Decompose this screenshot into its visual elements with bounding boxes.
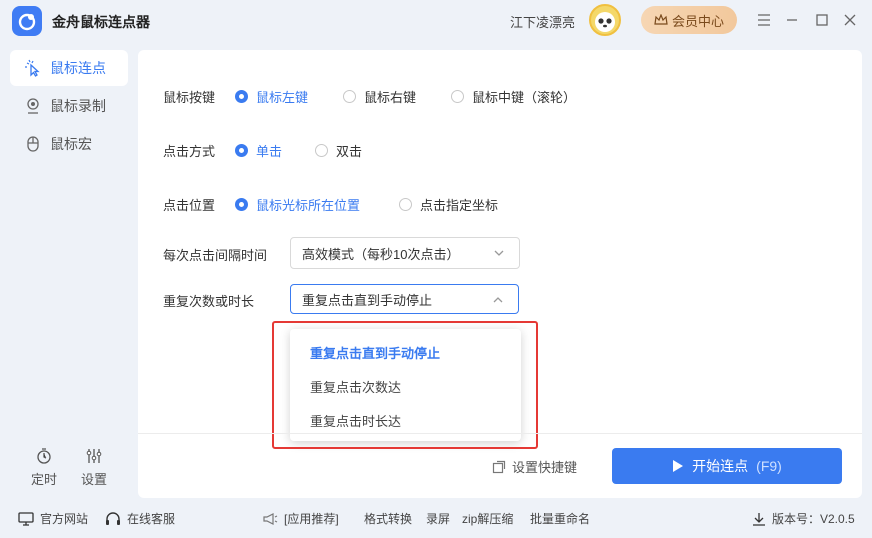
megaphone-icon	[263, 512, 278, 525]
promo-link[interactable]: 格式转换	[364, 510, 412, 527]
app-recommend: [应用推荐]	[262, 510, 339, 527]
support-label: 在线客服	[127, 512, 176, 526]
divider	[138, 433, 862, 434]
monitor-icon	[18, 511, 34, 526]
download-icon	[753, 512, 765, 526]
cursor-click-icon	[25, 59, 40, 77]
radio-dot	[399, 198, 412, 211]
close-icon[interactable]	[840, 10, 860, 30]
chevron-up-icon	[493, 297, 503, 303]
radio-label: 单击	[256, 144, 283, 159]
radio-label: 鼠标中键（滚轮）	[472, 90, 577, 105]
timer-icon	[37, 448, 51, 464]
record-icon	[27, 98, 39, 114]
radio-double-click[interactable]: 双击	[315, 141, 362, 160]
version-label: 版本号：V2.0.5	[772, 512, 855, 526]
mouse-button-label: 鼠标按键	[163, 90, 216, 105]
sidebar-item-mouse-record[interactable]: 鼠标录制	[10, 88, 128, 124]
promo-tag: [应用推荐]	[284, 512, 339, 526]
sidebar-item-mouse-macro[interactable]: 鼠标宏	[10, 126, 128, 162]
username[interactable]: 江下凌漂亮	[510, 12, 575, 31]
repeat-value: 重复点击直到手动停止	[302, 292, 433, 308]
settings-button[interactable]: 设置	[76, 447, 112, 488]
radio-left-button[interactable]: 鼠标左键	[235, 87, 308, 106]
radio-label: 鼠标光标所在位置	[256, 198, 361, 213]
vip-center-button[interactable]: 会员中心	[641, 6, 737, 34]
website-label: 官方网站	[40, 512, 89, 526]
app-logo-icon	[12, 6, 42, 36]
repeat-label: 重复次数或时长	[163, 294, 255, 309]
shortcut-settings-button[interactable]: 设置快捷键	[492, 457, 577, 476]
mouse-icon	[27, 136, 39, 152]
avatar[interactable]	[589, 4, 621, 36]
vip-label: 会员中心	[671, 13, 724, 29]
radio-dot	[235, 198, 248, 211]
promo-link[interactable]: 录屏	[426, 510, 450, 527]
radio-cursor-position[interactable]: 鼠标光标所在位置	[235, 195, 360, 214]
repeat-select[interactable]: 重复点击直到手动停止	[290, 284, 519, 314]
headset-icon	[106, 511, 120, 525]
sidebar-item-label: 鼠标录制	[50, 98, 106, 114]
version-info: 版本号：V2.0.5	[752, 510, 855, 527]
sidebar-item-label: 鼠标宏	[50, 136, 92, 152]
start-label: 开始连点	[692, 458, 749, 474]
radio-label: 点击指定坐标	[420, 198, 499, 213]
radio-label: 鼠标左键	[256, 90, 309, 105]
minimize-icon[interactable]	[782, 10, 802, 30]
click-type-label: 点击方式	[163, 144, 216, 159]
interval-select[interactable]: 高效模式（每秒10次点击）	[290, 237, 520, 269]
footer: 官方网站 在线客服 [应用推荐] 格式转换 录屏 zip解压缩 批量重命名 版本…	[0, 500, 872, 538]
promo-link[interactable]: zip解压缩	[462, 510, 513, 527]
radio-dot	[235, 90, 248, 103]
radio-right-button[interactable]: 鼠标右键	[343, 87, 416, 106]
shortcut-icon	[492, 460, 506, 473]
start-hotkey: (F9)	[756, 458, 782, 474]
app-title: 金舟鼠标连点器	[52, 14, 150, 30]
online-support-link[interactable]: 在线客服	[105, 510, 175, 527]
radio-dot	[343, 90, 356, 103]
interval-label: 每次点击间隔时间	[163, 248, 268, 263]
radio-dot	[315, 144, 328, 157]
official-website-link[interactable]: 官方网站	[18, 510, 88, 527]
play-icon	[673, 460, 684, 472]
sidebar-item-mouse-click[interactable]: 鼠标连点	[10, 50, 128, 86]
promo-link[interactable]: 批量重命名	[530, 510, 590, 527]
maximize-icon[interactable]	[812, 10, 832, 30]
sidebar-item-label: 鼠标连点	[50, 60, 106, 76]
chevron-down-icon	[494, 250, 504, 256]
radio-single-click[interactable]: 单击	[235, 141, 282, 160]
radio-middle-button[interactable]: 鼠标中键（滚轮）	[451, 87, 576, 106]
radio-label: 鼠标右键	[364, 90, 417, 105]
sidebar: 鼠标连点 鼠标录制 鼠标宏 定时 设置	[0, 40, 138, 500]
interval-value: 高效模式（每秒10次点击）	[302, 246, 460, 262]
radio-specified-coordinate[interactable]: 点击指定坐标	[399, 195, 498, 214]
radio-dot	[235, 144, 248, 157]
radio-dot	[451, 90, 464, 103]
click-position-label: 点击位置	[163, 198, 216, 213]
sliders-icon	[86, 449, 102, 463]
menu-icon[interactable]	[754, 10, 774, 30]
highlight-box	[272, 321, 538, 449]
title-bar: 金舟鼠标连点器 江下凌漂亮 会员中心	[0, 0, 872, 40]
timer-label: 定时	[30, 472, 57, 487]
start-clicking-button[interactable]: 开始连点 (F9)	[612, 448, 842, 484]
settings-label: 设置	[80, 472, 107, 487]
crown-icon	[654, 14, 668, 25]
shortcut-label: 设置快捷键	[512, 460, 578, 475]
timer-button[interactable]: 定时	[26, 447, 62, 488]
radio-label: 双击	[336, 144, 363, 159]
